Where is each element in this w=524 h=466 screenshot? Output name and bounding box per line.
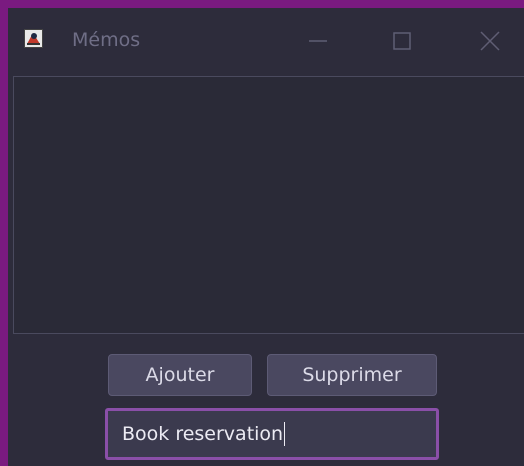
memo-input[interactable]: Book reservation: [105, 408, 439, 460]
title-bar[interactable]: Mémos: [8, 8, 524, 76]
maximize-icon: [393, 32, 411, 50]
minimize-icon: [309, 40, 327, 42]
minimize-button[interactable]: [298, 24, 338, 58]
close-button[interactable]: [470, 24, 510, 58]
maximize-button[interactable]: [382, 24, 422, 58]
memo-list[interactable]: [13, 76, 524, 334]
memo-input-text: Book reservation: [122, 423, 284, 445]
add-button[interactable]: Ajouter: [108, 354, 252, 396]
window-title: Mémos: [72, 29, 141, 51]
text-caret: [284, 422, 286, 446]
close-icon: [480, 31, 500, 51]
memo-window: Mémos Ajouter Supprimer Book reservation: [8, 8, 524, 466]
app-logo-icon: [24, 29, 43, 48]
delete-button[interactable]: Supprimer: [267, 354, 437, 396]
